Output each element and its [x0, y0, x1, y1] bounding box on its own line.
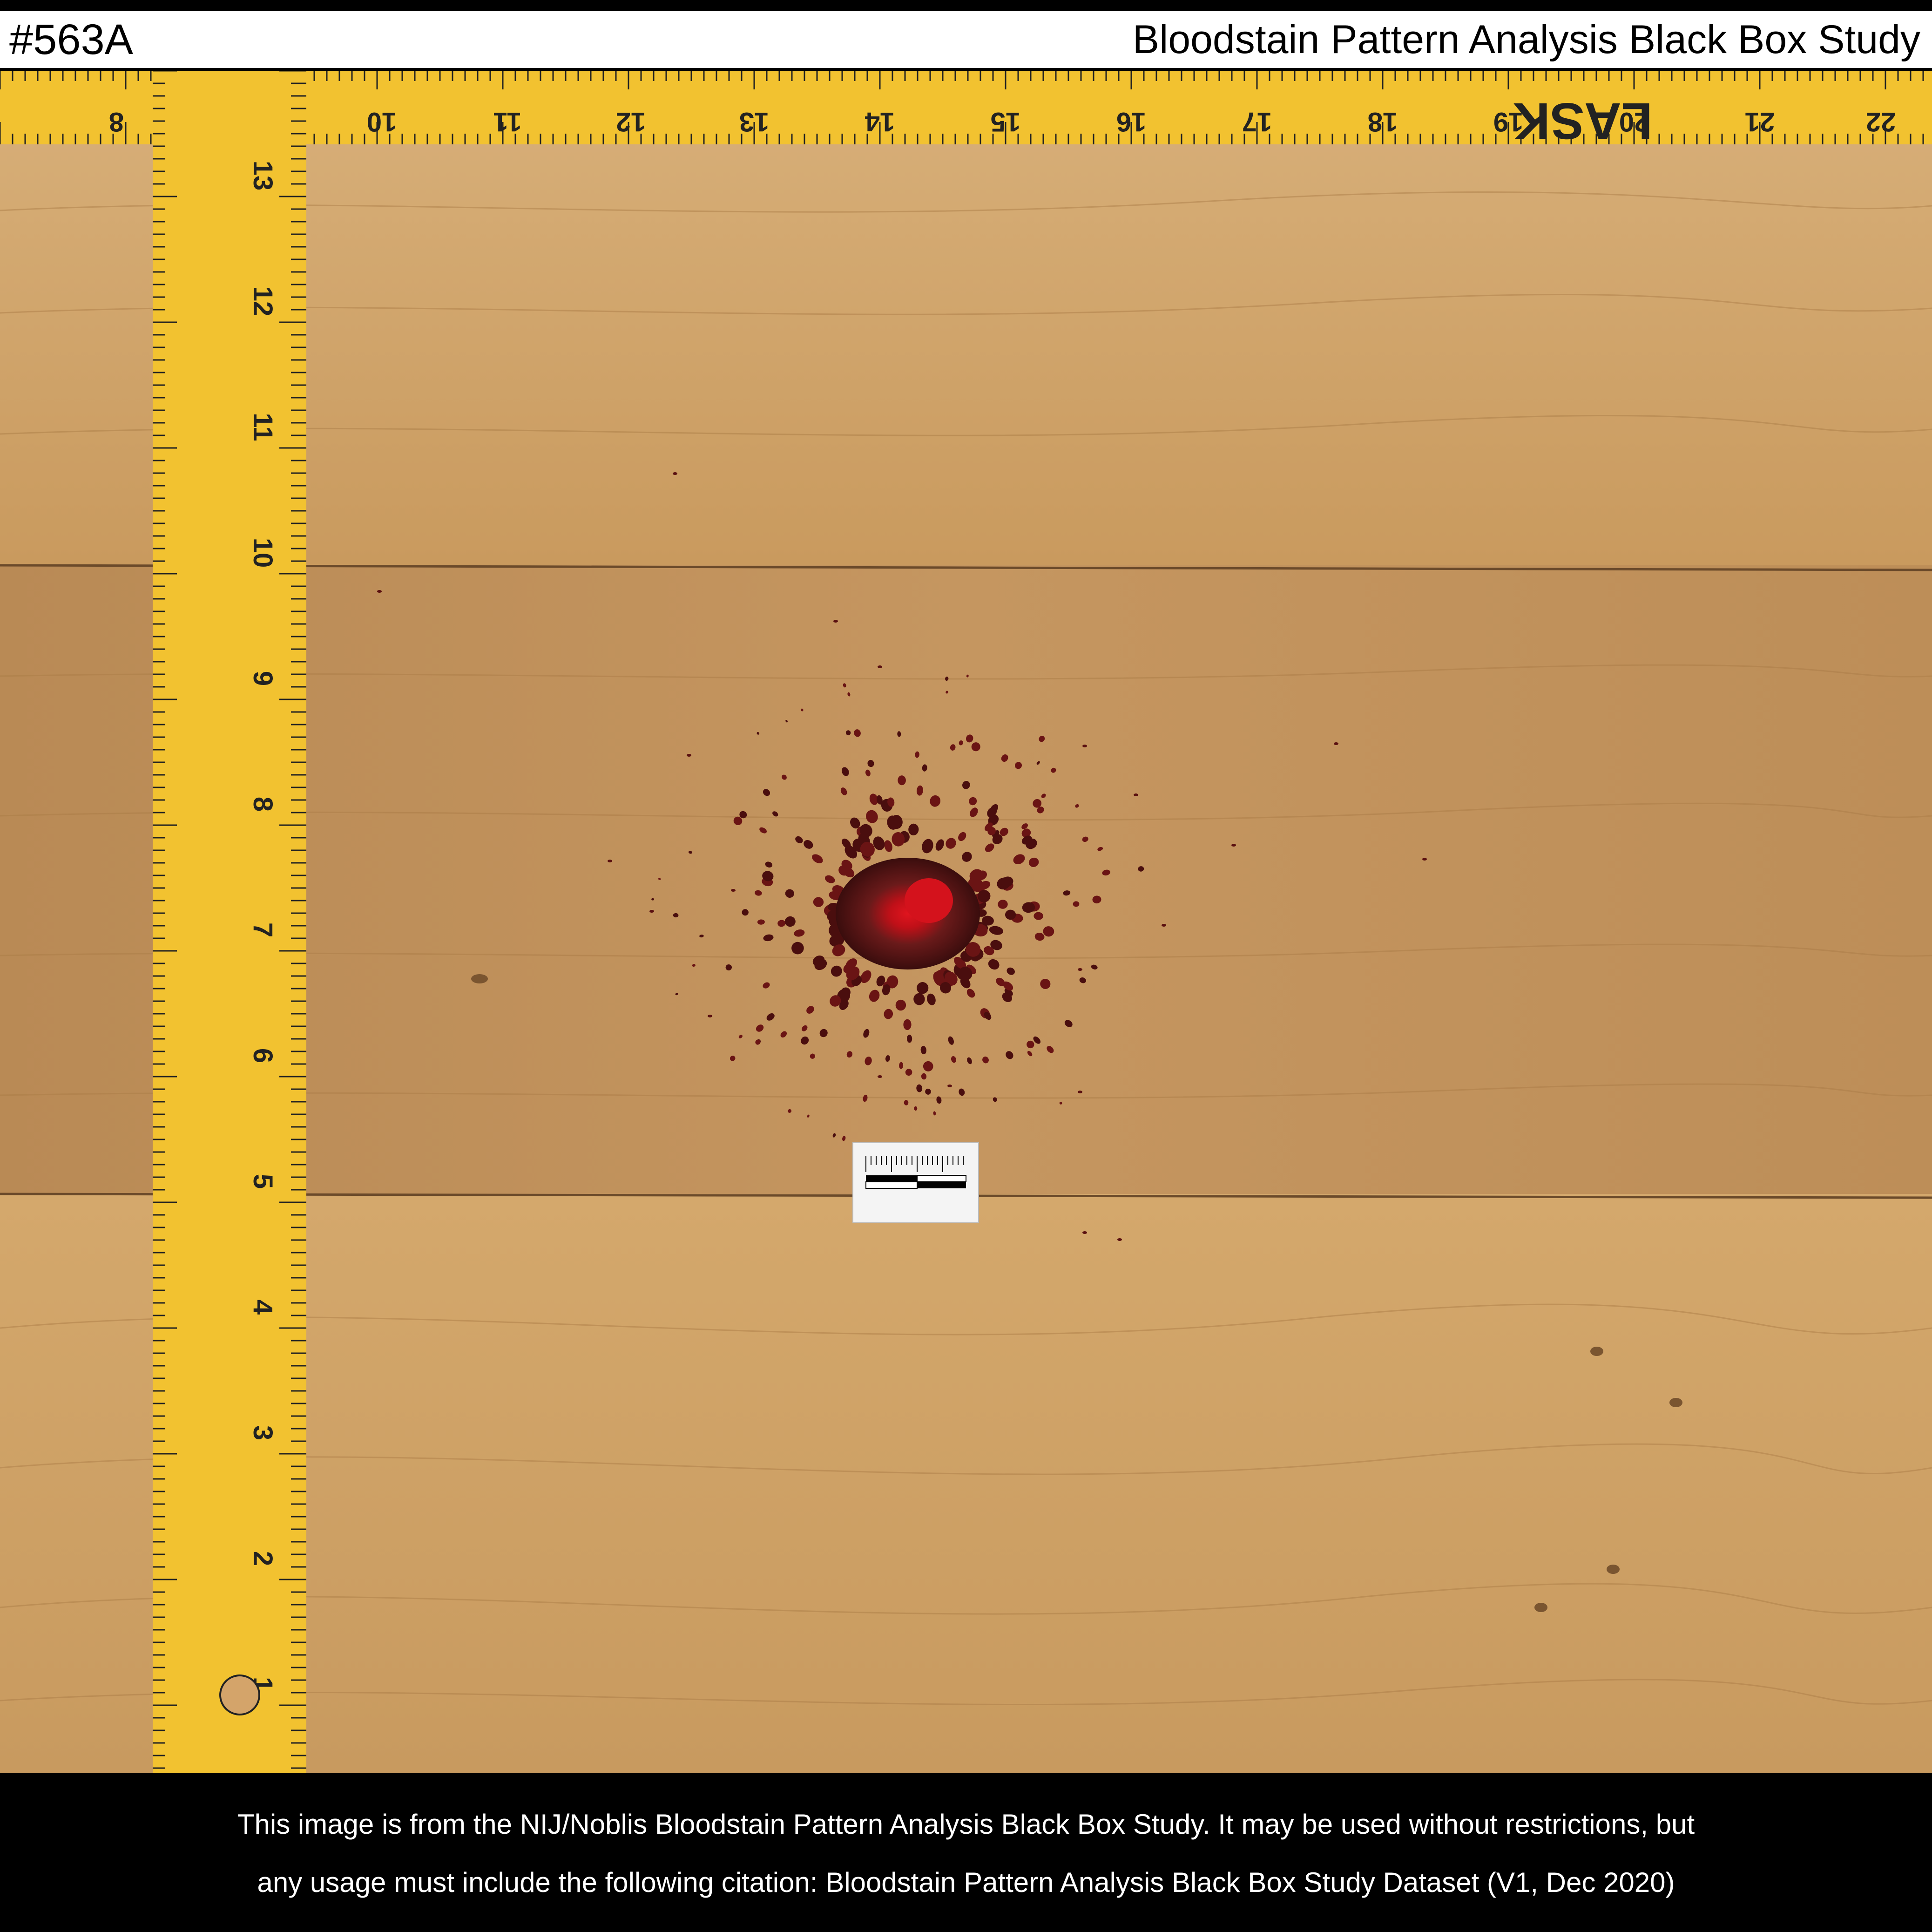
blood-drop-far	[1422, 858, 1427, 861]
ruler-left-number: 11	[248, 413, 278, 441]
ruler-top-number: 8	[109, 107, 124, 137]
blood-drop-far	[687, 754, 691, 757]
ruler-left: 13121110987654321	[153, 71, 306, 1773]
blood-drop-far	[1231, 844, 1236, 847]
blood-drop-far	[1162, 924, 1166, 927]
scale-card	[852, 1142, 979, 1223]
blood-drop	[903, 1019, 912, 1030]
blood-drop-far	[649, 910, 654, 913]
blood-drop-far	[1078, 1091, 1082, 1093]
ruler-top-number: 21	[1745, 107, 1775, 137]
blood-drop-far	[1117, 1238, 1122, 1241]
blood-drop-far	[1134, 793, 1138, 796]
blood-drop	[742, 909, 749, 916]
ruler-left-number: 7	[248, 922, 278, 937]
blood-drop-far	[1078, 968, 1082, 971]
ruler-top-number: 14	[865, 107, 895, 137]
citation-line-1: This image is from the NIJ/Noblis Bloods…	[237, 1809, 1695, 1840]
ruler-brand-text: LASK	[1513, 92, 1652, 149]
ruler-top-number: 10	[367, 107, 397, 137]
ruler-top-number: 15	[991, 107, 1021, 137]
ruler-left-number: 4	[248, 1300, 278, 1315]
ruler-left-number: 9	[248, 671, 278, 686]
image-id-label: #563A	[9, 16, 134, 63]
blood-drop	[905, 1069, 912, 1076]
blood-drop-far	[1334, 742, 1338, 745]
scale-bar-black	[866, 1175, 917, 1182]
blood-drop-far	[608, 860, 612, 862]
ruler-left-number: 8	[248, 797, 278, 812]
ruler-top-number: 22	[1866, 107, 1896, 137]
ruler-left-number: 10	[248, 538, 278, 568]
scale-bar-white	[917, 1175, 966, 1182]
ruler-top-number: 13	[739, 107, 770, 137]
scale-bar-black-2	[917, 1182, 966, 1188]
ruler-top-number: 11	[493, 107, 521, 137]
scale-bar-white-2	[865, 1181, 918, 1189]
study-title: Bloodstain Pattern Analysis Black Box St…	[1132, 17, 1920, 62]
blood-drop-far	[878, 1075, 882, 1078]
blood-pool-main	[836, 858, 980, 969]
blood-drop-far	[731, 889, 736, 892]
ruler-left-number: 13	[248, 161, 278, 191]
ruler-left-number: 2	[248, 1551, 278, 1566]
ruler-left-number: 5	[248, 1174, 278, 1189]
blood-pool-center	[905, 878, 953, 923]
bloodstain-photo: 8 10 11 12 13 14 15 16 17 18 19 20 21 22 LASK 13 12 11 1…	[0, 71, 1932, 1773]
citation-footer: This image is from the NIJ/Noblis Bloods…	[0, 1773, 1932, 1932]
blood-pool	[836, 858, 980, 969]
header-bar: #563A Bloodstain Pattern Analysis Black …	[0, 11, 1932, 68]
blood-drop-far	[947, 1085, 952, 1087]
ruler-top-number: 12	[616, 107, 646, 137]
blood-drop-far	[1082, 1231, 1087, 1234]
blood-drop	[673, 913, 679, 918]
ruler-left-number: 3	[248, 1425, 278, 1440]
blood-drop-far	[833, 620, 838, 623]
blood-drop-far	[377, 590, 382, 593]
blood-drop-far	[708, 1015, 712, 1017]
photo-canvas: 8 10 11 12 13 14 15 16 17 18 19 20 21 22 LASK 1312111…	[0, 71, 1932, 1773]
ruler-left-body	[153, 71, 306, 1773]
blood-drop	[904, 1100, 909, 1105]
blood-drop-far	[673, 472, 677, 475]
ruler-left-number: 12	[248, 286, 278, 317]
citation-line-2: any usage must include the following cit…	[257, 1867, 1675, 1898]
ruler-left-number: 6	[248, 1048, 278, 1063]
ruler-top-number: 17	[1242, 107, 1272, 137]
blood-drop-far	[1082, 745, 1087, 747]
blood-drop-far	[878, 665, 882, 668]
ruler-top-number: 18	[1368, 107, 1398, 137]
ruler-top-number: 16	[1116, 107, 1147, 137]
ruler-hang-hole	[219, 1674, 260, 1715]
